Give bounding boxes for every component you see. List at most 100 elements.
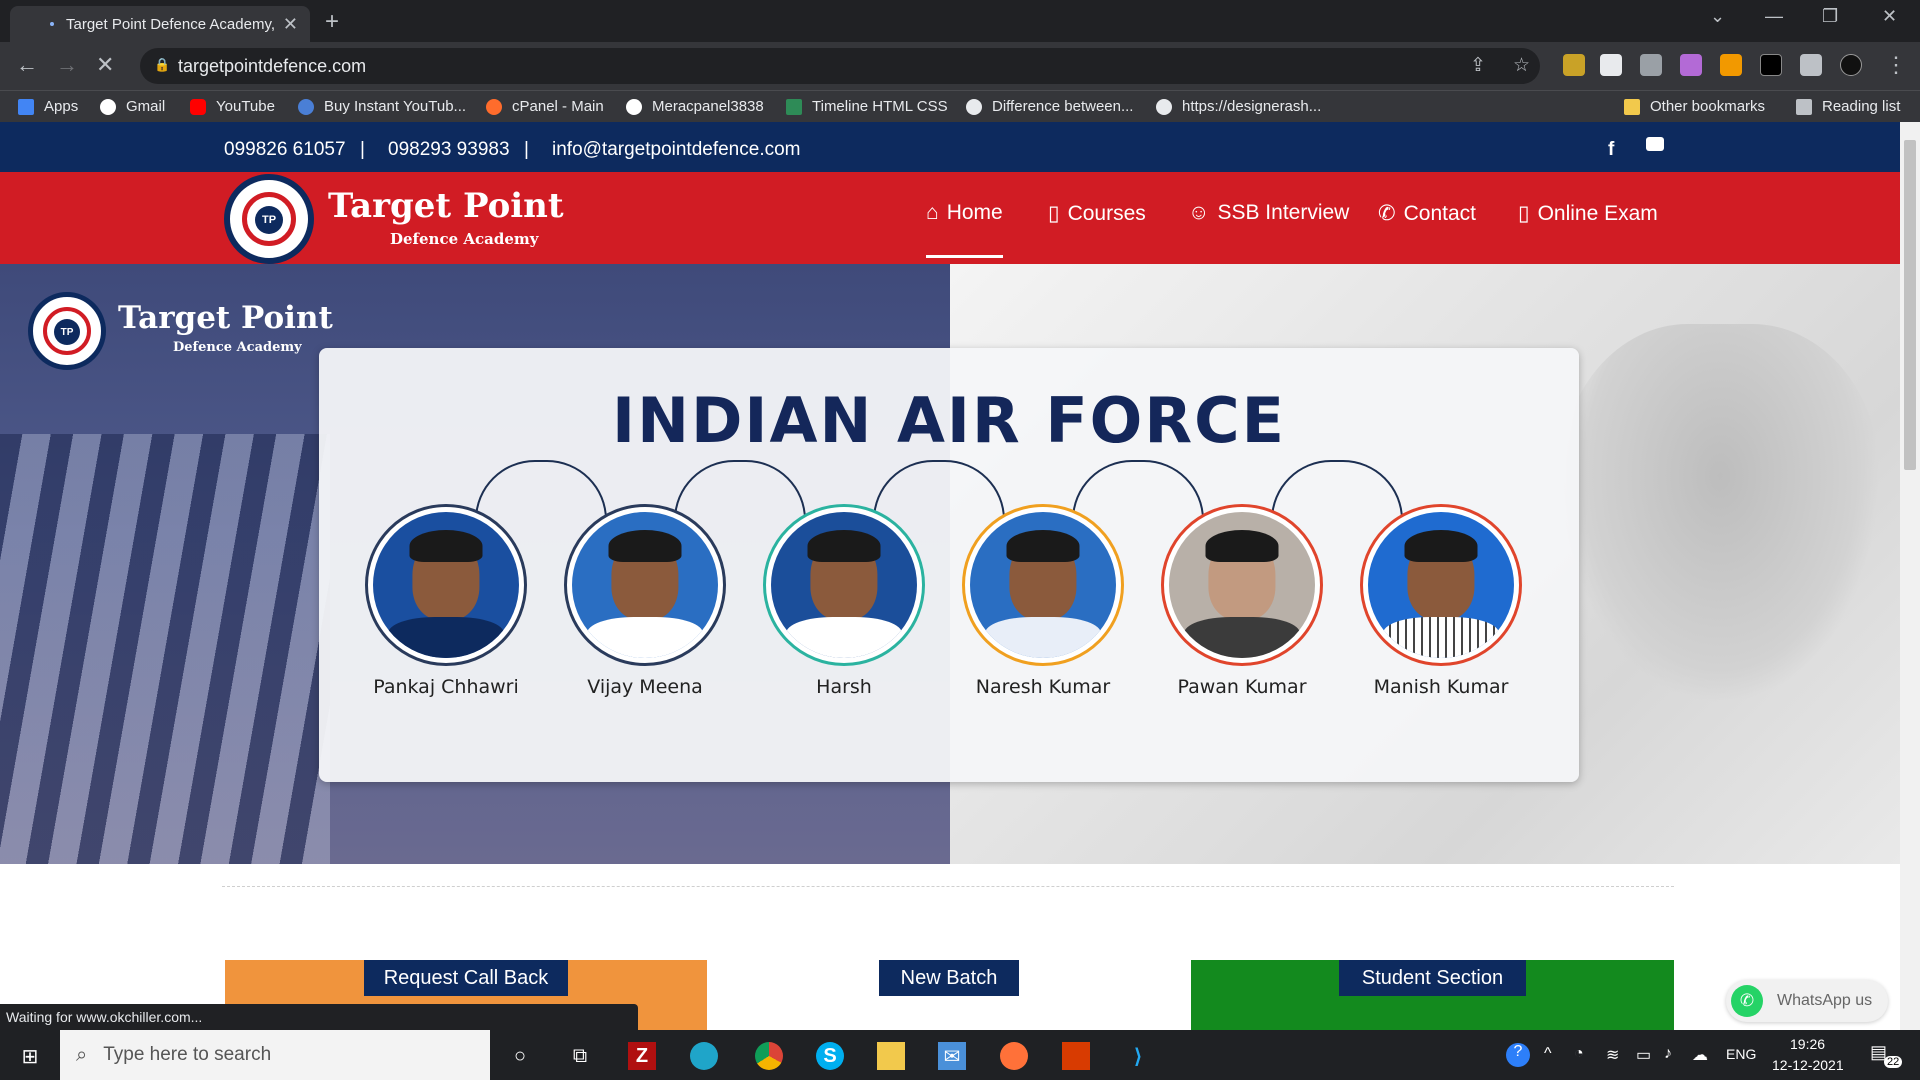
cortana-icon[interactable]: ○ bbox=[506, 1042, 534, 1070]
cpanel-icon bbox=[486, 98, 502, 115]
onedrive-icon[interactable]: ☁ bbox=[1692, 1045, 1708, 1065]
student-section-heading[interactable]: Student Section bbox=[1339, 960, 1526, 996]
puzzle-icon[interactable] bbox=[1800, 54, 1822, 76]
student-card: Vijay Meena bbox=[545, 504, 745, 698]
student-photo bbox=[365, 504, 527, 666]
bookmark-gmail[interactable]: Gmail bbox=[100, 98, 165, 115]
profile-avatar[interactable] bbox=[1840, 54, 1862, 76]
skype-icon[interactable]: S bbox=[816, 1042, 844, 1070]
student-card: Harsh bbox=[744, 504, 944, 698]
notification-count: 22 bbox=[1884, 1056, 1903, 1068]
wifi-icon[interactable]: ≋ bbox=[1606, 1045, 1619, 1065]
hero-brand-name: Target Point bbox=[118, 300, 333, 336]
results-card: INDIAN AIR FORCE Pankaj Chhawri Vijay Me… bbox=[319, 348, 1579, 782]
web-page: 099826 61057 | 098293 93983 | info@targe… bbox=[0, 122, 1920, 1030]
chrome-icon[interactable] bbox=[755, 1042, 783, 1070]
clock-time[interactable]: 19:26 bbox=[1790, 1036, 1825, 1052]
request-callback-heading[interactable]: Request Call Back bbox=[364, 960, 568, 996]
youtube-icon[interactable] bbox=[1646, 137, 1664, 151]
bookmark-youtube[interactable]: YouTube bbox=[190, 98, 275, 115]
firefox-icon[interactable] bbox=[1000, 1042, 1028, 1070]
volume-icon[interactable]: ♪ bbox=[1664, 1045, 1672, 1063]
page-scrollbar[interactable] bbox=[1900, 122, 1920, 1030]
hero-brand-subtitle: Defence Academy bbox=[173, 340, 302, 355]
contact-topbar: 099826 61057 | 098293 93983 | info@targe… bbox=[0, 122, 1900, 172]
share-icon[interactable]: ⇪ bbox=[1470, 54, 1486, 77]
tab-search-icon[interactable]: ⌄ bbox=[1710, 6, 1725, 27]
office-icon[interactable] bbox=[1062, 1042, 1090, 1070]
file-explorer-icon[interactable] bbox=[877, 1042, 905, 1070]
menu-dots-icon[interactable]: ⋮ bbox=[1885, 52, 1907, 78]
extension-icon[interactable] bbox=[1680, 54, 1702, 76]
email-link[interactable]: info@targetpointdefence.com bbox=[552, 139, 801, 161]
extension-icon[interactable] bbox=[1760, 54, 1782, 76]
minimize-button[interactable]: — bbox=[1765, 6, 1783, 27]
battery-icon[interactable]: ▭ bbox=[1636, 1045, 1651, 1065]
brand-subtitle: Defence Academy bbox=[390, 230, 539, 248]
globe-icon bbox=[966, 98, 982, 115]
bookmark-apps[interactable]: Apps bbox=[18, 98, 78, 115]
browser-tab[interactable]: Target Point Defence Academy, J ✕ bbox=[10, 6, 310, 42]
bookmarks-bar: Apps Gmail YouTube Buy Instant YouTub...… bbox=[0, 90, 1920, 122]
filezilla-icon[interactable]: Z bbox=[628, 1042, 656, 1070]
nav-online-exam[interactable]: ▯ Online Exam bbox=[1518, 201, 1658, 226]
windows-taskbar: ⊞ ⌕ Type here to search ○ ⧉ Z S ✉ ⟩ ? ^ … bbox=[0, 1030, 1920, 1080]
edge-icon[interactable] bbox=[690, 1042, 718, 1070]
w-icon bbox=[786, 98, 802, 115]
nav-contact[interactable]: ✆ Contact bbox=[1378, 201, 1476, 226]
browser-tabstrip: Target Point Defence Academy, J ✕ + ⌄ — … bbox=[0, 0, 1920, 42]
forward-icon[interactable]: → bbox=[56, 52, 78, 78]
nav-ssb-interview[interactable]: ☺ SSB Interview bbox=[1188, 201, 1349, 225]
extension-icon[interactable] bbox=[1600, 54, 1622, 76]
home-icon: ⌂ bbox=[926, 201, 939, 224]
bookmark-cpanel[interactable]: cPanel - Main bbox=[486, 98, 604, 115]
student-name: Manish Kumar bbox=[1373, 676, 1509, 698]
mail-icon[interactable]: ✉ bbox=[938, 1042, 966, 1070]
restore-button[interactable]: ❐ bbox=[1822, 6, 1838, 27]
language-indicator[interactable]: ENG bbox=[1726, 1046, 1756, 1062]
tab-close-icon[interactable]: ✕ bbox=[283, 14, 298, 35]
bookmark-designerash[interactable]: https://designerash... bbox=[1156, 98, 1321, 115]
student-name: Harsh bbox=[816, 676, 872, 698]
logo-icon[interactable]: TP bbox=[224, 174, 314, 264]
bookmark-star-icon[interactable]: ☆ bbox=[1513, 54, 1530, 77]
new-tab-button[interactable]: + bbox=[325, 8, 339, 36]
bookmark-timeline[interactable]: Timeline HTML CSS bbox=[786, 98, 948, 115]
help-icon[interactable]: ? bbox=[1506, 1043, 1530, 1067]
jet-image bbox=[1560, 324, 1880, 704]
task-view-icon[interactable]: ⧉ bbox=[566, 1042, 594, 1070]
facebook-icon[interactable]: f bbox=[1608, 139, 1614, 161]
separator: | bbox=[360, 139, 365, 160]
vscode-icon[interactable]: ⟩ bbox=[1124, 1042, 1152, 1070]
phone-2[interactable]: 098293 93983 bbox=[388, 139, 510, 161]
bookmark-buy-youtube[interactable]: Buy Instant YouTub... bbox=[298, 98, 466, 115]
taskbar-search[interactable]: ⌕ Type here to search bbox=[60, 1030, 490, 1080]
chevron-up-icon[interactable]: ^ bbox=[1544, 1045, 1552, 1063]
extension-icon[interactable] bbox=[1720, 54, 1742, 76]
search-icon: ⌕ bbox=[76, 1043, 88, 1066]
stop-icon[interactable]: ✕ bbox=[96, 52, 114, 78]
extension-icon[interactable] bbox=[1563, 54, 1585, 76]
phone-1[interactable]: 099826 61057 bbox=[224, 139, 346, 161]
extension-icon[interactable] bbox=[1640, 54, 1662, 76]
back-icon[interactable]: ← bbox=[16, 52, 38, 78]
logo-initials: TP bbox=[255, 206, 283, 234]
network-icon[interactable]: ◔ bbox=[1574, 1045, 1584, 1063]
google-icon bbox=[626, 98, 642, 115]
new-batch-heading[interactable]: New Batch bbox=[879, 960, 1019, 996]
bookmark-other[interactable]: Other bookmarks bbox=[1624, 98, 1765, 115]
reading-list[interactable]: Reading list bbox=[1796, 98, 1900, 115]
clock-date[interactable]: 12-12-2021 bbox=[1772, 1057, 1844, 1073]
search-icon bbox=[298, 98, 314, 115]
close-window-button[interactable]: ✕ bbox=[1882, 6, 1897, 27]
nav-courses[interactable]: ▯ Courses bbox=[1048, 201, 1146, 226]
address-bar[interactable]: 🔒 targetpointdefence.com ⇪ ☆ bbox=[140, 48, 1540, 84]
bookmark-difference[interactable]: Difference between... bbox=[966, 98, 1133, 115]
brand-name[interactable]: Target Point bbox=[328, 186, 564, 226]
separator: | bbox=[524, 139, 529, 160]
scrollbar-thumb[interactable] bbox=[1904, 140, 1916, 470]
bookmark-meracpanel[interactable]: Meracpanel3838 bbox=[626, 98, 764, 115]
windows-start-icon[interactable]: ⊞ bbox=[16, 1042, 44, 1070]
whatsapp-button[interactable]: ✆ WhatsApp us bbox=[1726, 980, 1888, 1022]
nav-home[interactable]: ⌂ Home bbox=[926, 201, 1003, 258]
